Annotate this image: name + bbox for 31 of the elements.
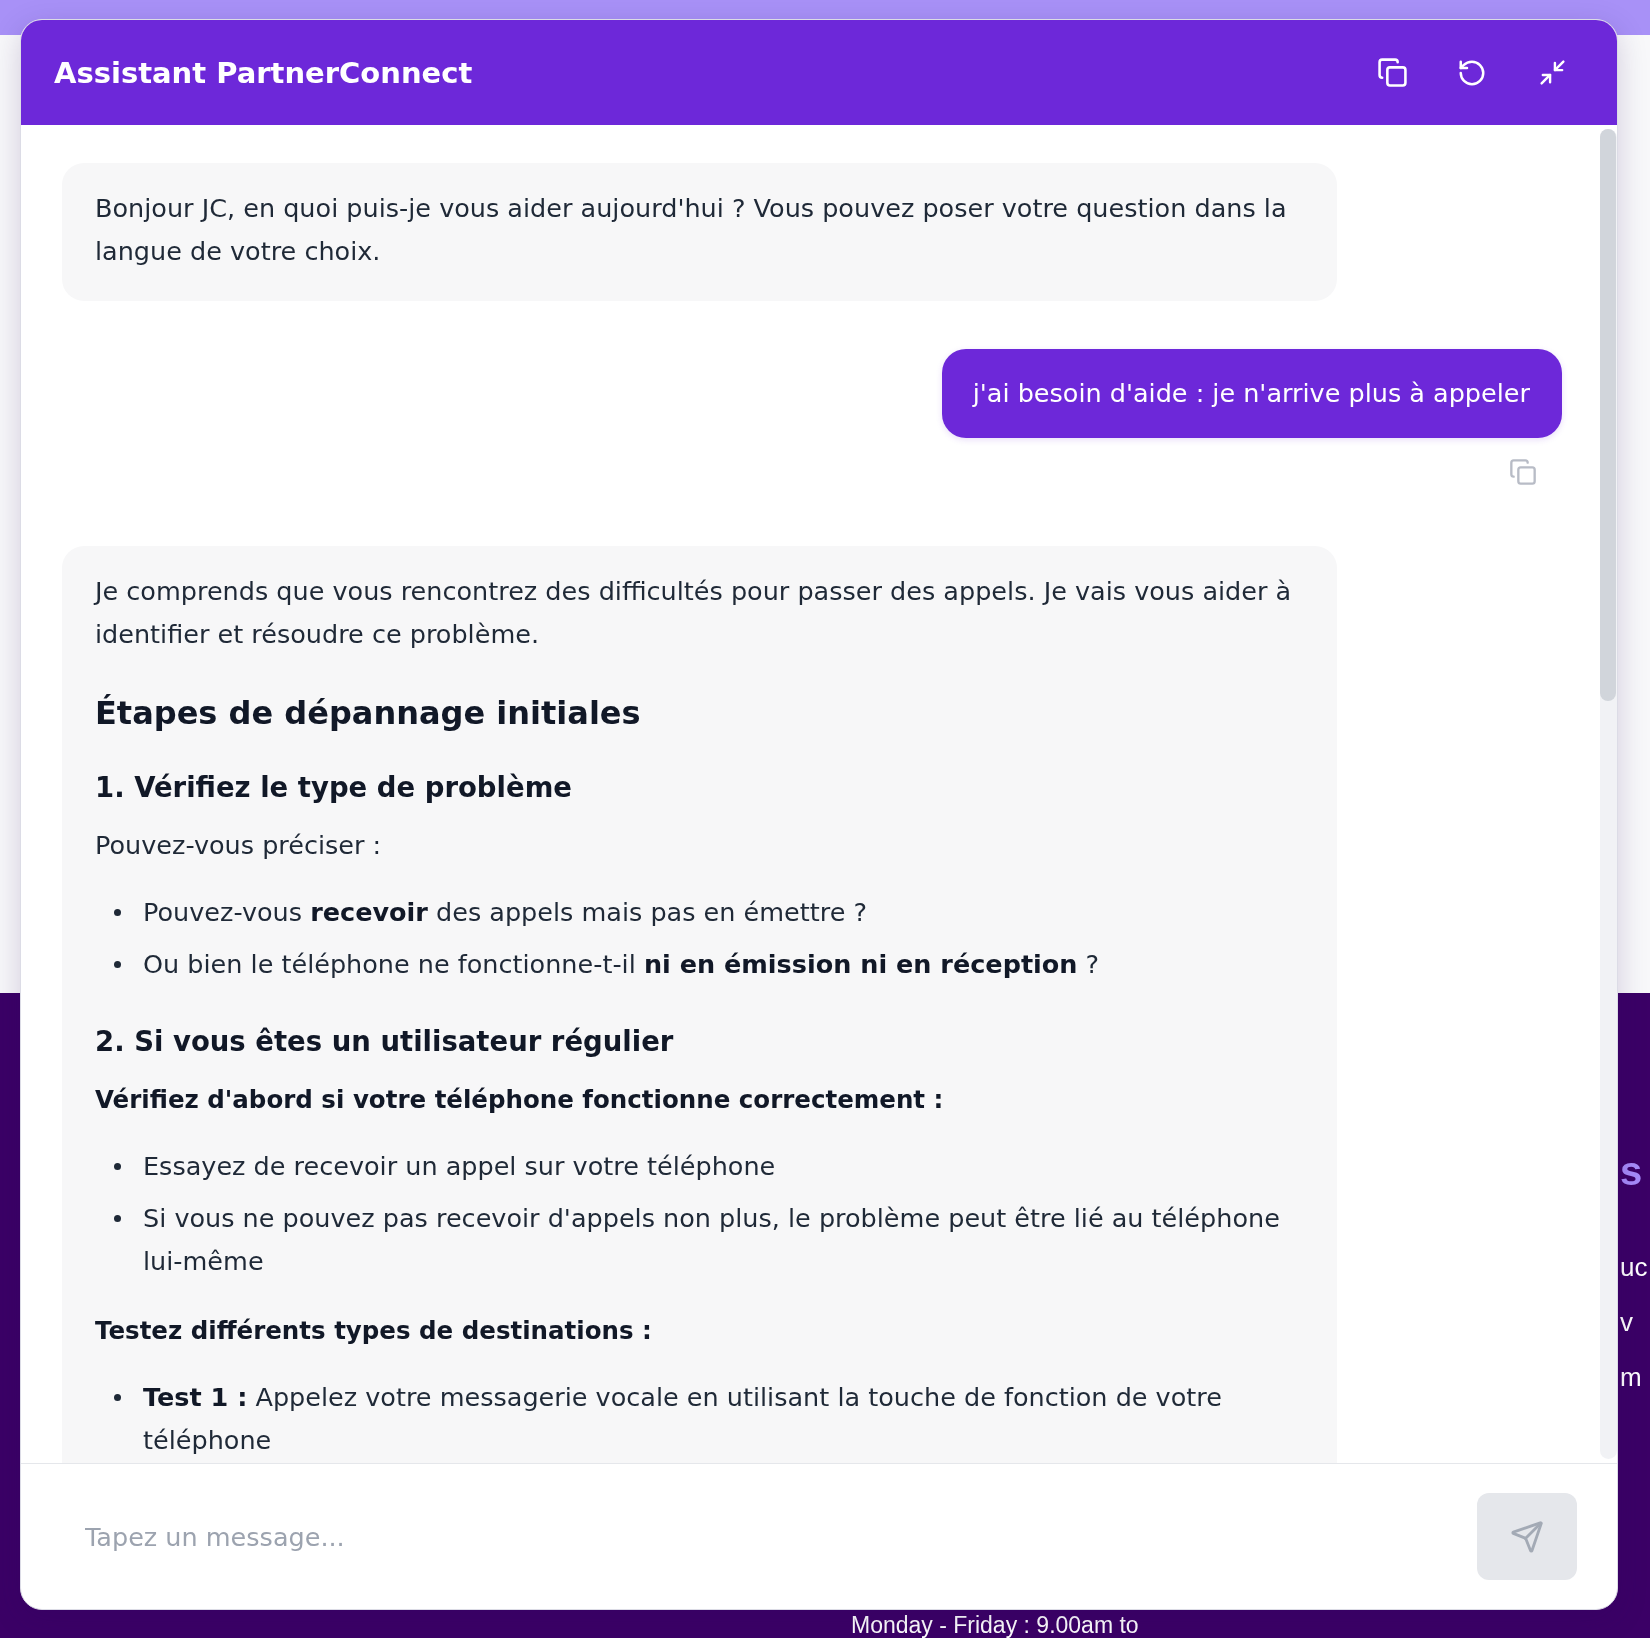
message-text: Pouvez-vous préciser : [95, 829, 383, 862]
chat-title: Assistant PartnerConnect [54, 55, 473, 90]
bold-label: Vérifiez d'abord si votre téléphone fonctionne correctement : [95, 1084, 945, 1116]
bullet-icon [114, 1215, 121, 1222]
list-item-text: Ou bien le téléphone ne fonctionne-t-il ni en émission ni en réception ? [143, 948, 1100, 981]
scrollbar-thumb[interactable] [1600, 129, 1616, 701]
copy-icon [1376, 57, 1408, 88]
message-input[interactable]: Tapez un message... [85, 1508, 1453, 1565]
bullet-icon [114, 1394, 121, 1401]
bullet-icon [114, 909, 121, 916]
message-text: Je comprends que vous rencontrez des difficultés pour passer des appels. Je vais vous aider à identifier et résoudre ce problème. [95, 575, 1293, 651]
message-text: Bonjour JC, en quoi puis-je vous aider aujourd'hui ? Vous pouvez poser votre question dans la langue de votre choix. [95, 192, 1288, 268]
user-message: j'ai besoin d'aide : je n'arrive plus à appeler [941, 349, 1562, 438]
text-fragment: v [1620, 1306, 1633, 1339]
bold-label: Testez différents types de destinations : [95, 1315, 653, 1347]
subsection-heading: 2. Si vous êtes un utilisateur régulier [95, 1024, 675, 1059]
opening-hours-text: Monday - Friday : 9.00am to [851, 1613, 1139, 1637]
subsection-heading: 1. Vérifiez le type de problème [95, 770, 573, 805]
bullet-icon [114, 1163, 121, 1170]
list-item-text: Si vous ne pouvez pas recevoir d'appels non plus, le problème peut être lié au téléphone lui-même [143, 1202, 1281, 1278]
heading-fragment: s [1620, 1148, 1643, 1194]
bullet-icon [114, 961, 121, 968]
minimize-icon [1537, 58, 1567, 87]
text-fragment: uc [1620, 1251, 1648, 1284]
section-heading: Étapes de dépannage initiales [95, 693, 642, 734]
list-item-text: Test 1 : Appelez votre messagerie vocale en utilisant la touche de fonction de votre téléphone [143, 1381, 1223, 1457]
list-item-text: Pouvez-vous recevoir des appels mais pas en émettre ? [143, 896, 868, 929]
list-item-text: Essayez de recevoir un appel sur votre téléphone [143, 1150, 776, 1183]
text-fragment: m [1620, 1361, 1642, 1394]
send-icon [1510, 1519, 1544, 1554]
copy-icon [1509, 458, 1537, 486]
